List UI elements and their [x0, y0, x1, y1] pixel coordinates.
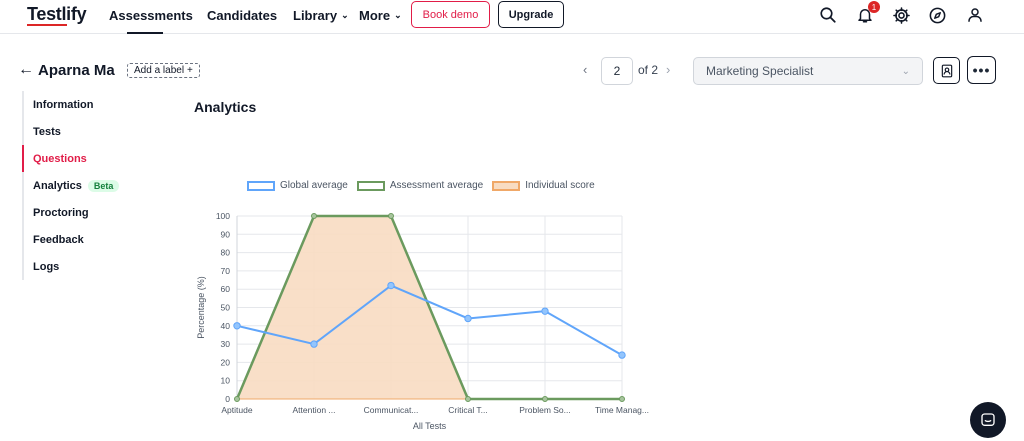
legend-assessment-average[interactable]: Assessment average	[356, 180, 484, 191]
global-average-point	[387, 281, 395, 290]
x-tick-label: Aptitude	[221, 405, 252, 415]
sidebar-item-tests[interactable]: Tests	[22, 118, 172, 145]
global-average-point	[541, 307, 549, 315]
x-tick-label: Critical T...	[448, 405, 488, 415]
notification-badge: 1	[868, 1, 880, 13]
upgrade-button[interactable]: Upgrade	[498, 1, 564, 28]
ellipsis-icon: •••	[972, 62, 991, 78]
nav-library[interactable]: Library ⌄	[293, 8, 349, 23]
nav-assessments-label: Assessments	[109, 8, 193, 23]
pager-current-input[interactable]: 2	[601, 57, 633, 85]
assessment-average-point	[234, 396, 240, 402]
x-tick-label: Time Manag...	[595, 405, 649, 415]
gear-icon[interactable]	[890, 4, 912, 26]
x-tick-label: Communicat...	[364, 405, 419, 415]
legend-swatch-assessment	[356, 180, 385, 191]
sidebar-item-analytics[interactable]: Analytics Beta	[22, 172, 172, 199]
legend-individual-score[interactable]: Individual score	[492, 180, 595, 191]
x-axis-title: All Tests	[413, 421, 447, 431]
assessment-average-point	[542, 396, 548, 402]
y-tick-label: 10	[221, 376, 231, 386]
sidebar-item-label: Proctoring	[33, 206, 89, 219]
sidebar-item-label: Analytics	[33, 179, 82, 192]
sidebar-item-label: Feedback	[33, 233, 84, 246]
chart-legend: Global average Assessment average Indivi…	[247, 180, 598, 191]
global-average-point	[310, 340, 318, 348]
pager-total: of 2	[638, 63, 659, 77]
legend-swatch-global	[247, 180, 275, 191]
chevron-right-icon[interactable]: ›	[666, 62, 670, 77]
user-icon[interactable]	[964, 4, 986, 26]
nav-candidates[interactable]: Candidates	[207, 8, 277, 23]
y-tick-label: 50	[221, 303, 231, 313]
chevron-down-icon: ⌄	[394, 10, 402, 20]
bell-icon[interactable]: 1	[854, 1, 880, 26]
global-average-point	[464, 314, 472, 323]
add-label-text: Add a label	[134, 65, 185, 76]
legend-global-average[interactable]: Global average	[247, 180, 348, 191]
nav-assessments[interactable]: Assessments	[109, 8, 193, 34]
page-title: Analytics	[194, 99, 257, 115]
y-tick-label: 0	[225, 394, 230, 404]
sidebar-item-label: Questions	[33, 152, 87, 165]
contact-card-button[interactable]	[933, 57, 960, 84]
contact-card-icon	[941, 64, 952, 77]
beta-badge: Beta	[87, 179, 120, 192]
y-axis-title: Percentage (%)	[196, 276, 206, 339]
chevron-down-icon: ⌄	[341, 10, 349, 20]
global-average-point	[233, 322, 241, 330]
y-tick-label: 20	[221, 357, 231, 367]
chat-icon	[981, 413, 995, 426]
global-average-point	[618, 351, 626, 359]
sidebar-item-label: Tests	[33, 125, 61, 138]
sidebar-item-label: Information	[33, 98, 94, 111]
x-tick-label: Attention ...	[293, 405, 336, 415]
book-demo-button[interactable]: Book demo	[411, 1, 490, 28]
chevron-left-icon[interactable]: ‹	[583, 62, 587, 77]
plus-icon: +	[187, 65, 193, 76]
sidebar-item-logs[interactable]: Logs	[22, 253, 172, 280]
nav-more[interactable]: More ⌄	[359, 8, 402, 23]
y-tick-label: 30	[221, 339, 231, 349]
nav-candidates-label: Candidates	[207, 8, 278, 23]
assessment-average-point	[388, 213, 394, 219]
job-role-value: Marketing Specialist	[706, 64, 814, 78]
y-tick-label: 40	[221, 321, 231, 331]
sidebar-item-label: Logs	[33, 260, 60, 273]
legend-swatch-individual	[492, 180, 521, 191]
nav-library-label: Library	[293, 8, 338, 23]
assessment-average-point	[619, 396, 625, 402]
job-role-select[interactable]: Marketing Specialist ⌄	[693, 57, 923, 85]
nav-more-label: More	[359, 8, 391, 23]
analytics-line-chart: 0 10 20 30 40 50 60 70 80 90 100 Aptitude Attention …	[196, 211, 649, 431]
y-tick-label: 100	[216, 211, 230, 221]
legend-label: Individual score	[525, 180, 595, 191]
legend-label: Global average	[280, 180, 348, 191]
chat-support-button[interactable]	[970, 402, 1006, 438]
sidebar-item-proctoring[interactable]: Proctoring	[22, 199, 172, 226]
search-icon[interactable]	[817, 4, 839, 26]
logo-accent-line	[27, 24, 67, 26]
sidebar-item-questions[interactable]: Questions	[22, 145, 172, 172]
chevron-down-icon: ⌄	[901, 65, 910, 77]
section-sidebar: Information Tests Questions Analytics Bet…	[22, 91, 172, 280]
y-tick-label: 90	[221, 229, 231, 239]
assessment-average-point	[465, 396, 471, 402]
more-options-button[interactable]: •••	[967, 56, 996, 84]
y-tick-label: 60	[221, 284, 231, 294]
compass-icon[interactable]	[926, 4, 948, 26]
top-bar: Testlify Assessments Candidates Library …	[0, 0, 1024, 34]
y-tick-label: 80	[221, 248, 231, 258]
assessment-average-point	[311, 213, 317, 219]
x-tick-label: Problem So...	[519, 405, 571, 415]
back-arrow-icon[interactable]: ←	[18, 61, 34, 79]
candidate-name: Aparna Ma	[38, 62, 115, 79]
sidebar-item-feedback[interactable]: Feedback	[22, 226, 172, 253]
add-label-button[interactable]: Add a label +	[127, 63, 200, 78]
sidebar-item-information[interactable]: Information	[22, 91, 172, 118]
legend-label: Assessment average	[389, 180, 484, 191]
y-tick-label: 70	[221, 266, 231, 276]
testlify-logo[interactable]: Testlify	[27, 4, 87, 25]
